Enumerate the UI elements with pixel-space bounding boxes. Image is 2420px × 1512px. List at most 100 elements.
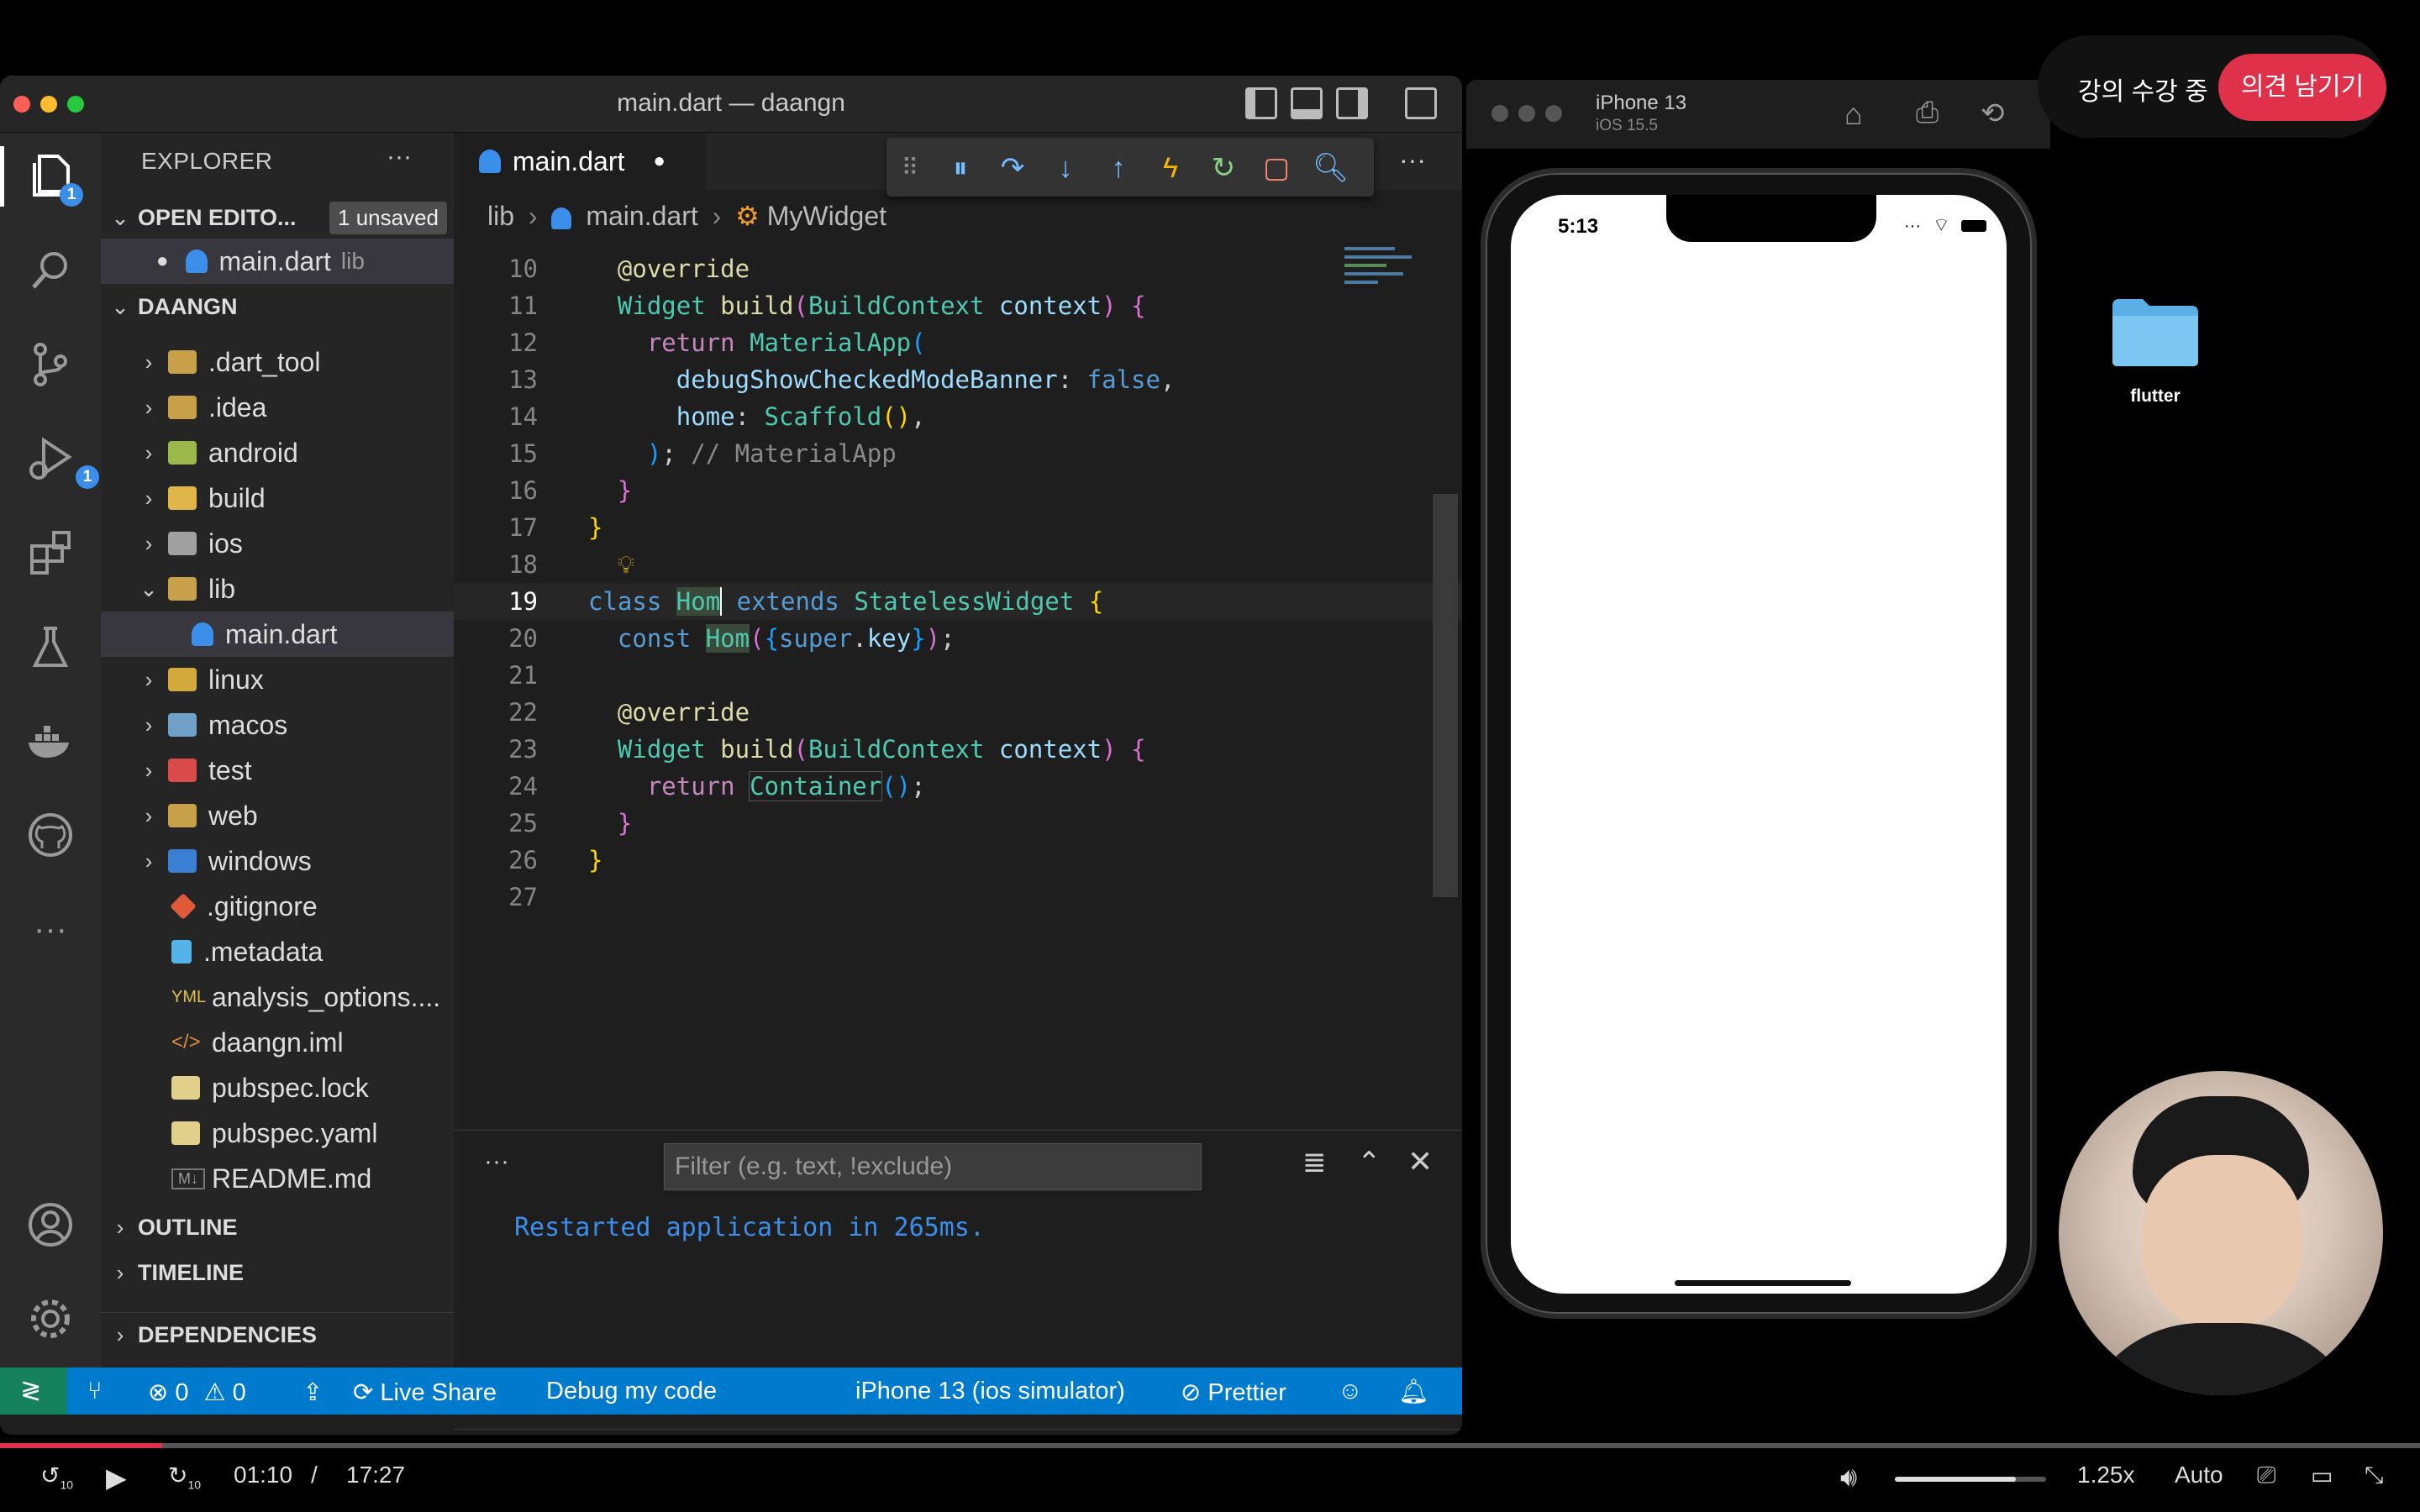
outline-header[interactable]: › OUTLINE xyxy=(108,1215,238,1241)
tree-item-pubspec-yaml[interactable]: pubspec.yaml xyxy=(101,1110,454,1156)
step-out-icon[interactable]: ↑ xyxy=(1102,151,1135,185)
toggle-sidebar-icon[interactable] xyxy=(1245,87,1277,119)
deploy-icon[interactable]: ⇪ xyxy=(302,1378,323,1407)
sim-close-button[interactable] xyxy=(1491,105,1508,122)
tree-item-android[interactable]: › android xyxy=(101,430,454,475)
home-indicator[interactable] xyxy=(1675,1280,1851,1286)
device-selector[interactable]: iPhone 13 (ios simulator) xyxy=(855,1378,1125,1405)
sim-zoom-button[interactable] xyxy=(1545,105,1562,122)
sim-minimize-button[interactable] xyxy=(1518,105,1535,122)
tree-item-macos[interactable]: › macos xyxy=(101,702,454,748)
editor-more-actions-icon[interactable]: ··· xyxy=(1399,144,1426,176)
editor-scrollbar[interactable] xyxy=(1433,494,1458,897)
settings-activity[interactable] xyxy=(20,1289,81,1349)
tree-item-label: .idea xyxy=(208,391,267,423)
rewind-button[interactable]: ↺10 xyxy=(40,1462,73,1492)
tree-item-pubspec-lock[interactable]: pubspec.lock xyxy=(101,1065,454,1110)
desktop-folder[interactable] xyxy=(2109,294,2202,370)
hot-reload-icon[interactable]: ϟ xyxy=(1154,151,1187,185)
lightbulb-icon[interactable]: 💡︎ xyxy=(618,550,634,579)
github-activity[interactable] xyxy=(20,805,81,865)
customize-layout-icon[interactable] xyxy=(1405,87,1437,119)
dependencies-header[interactable]: › DEPENDENCIES xyxy=(108,1322,317,1348)
tab-main-dart[interactable]: main.dart ● xyxy=(454,133,706,190)
open-editors-header[interactable]: ⌄ OPEN EDITO... 1 unsaved xyxy=(108,202,454,234)
iphone-screen[interactable]: 5:13 ··· ⌔ xyxy=(1511,195,2007,1294)
tree-item-build[interactable]: › build xyxy=(101,475,454,521)
testing-activity[interactable] xyxy=(20,617,81,677)
run-debug-activity[interactable]: 1 xyxy=(20,428,99,489)
tree-item-windows[interactable]: › windows xyxy=(101,838,454,884)
step-over-icon[interactable]: ↷ xyxy=(996,151,1029,185)
tree-item-test[interactable]: › test xyxy=(101,748,454,793)
unsaved-dot-icon[interactable]: ● xyxy=(653,150,666,173)
drag-handle-icon[interactable]: ⠿ xyxy=(893,151,927,185)
extensions-activity[interactable] xyxy=(20,522,81,583)
maximize-panel-icon[interactable]: ⌃ xyxy=(1357,1146,1381,1179)
tree-item-ios[interactable]: › ios xyxy=(101,521,454,566)
rotate-icon[interactable]: ⟲ xyxy=(1981,97,2005,130)
explorer-more-button[interactable]: ··· xyxy=(387,143,412,171)
prettier-button[interactable]: ⊘ Prettier xyxy=(1181,1378,1286,1407)
step-into-icon[interactable]: ↓ xyxy=(1049,151,1082,185)
close-panel-icon[interactable]: ✕ xyxy=(1407,1144,1433,1179)
live-share-button[interactable]: ⟳ Live Share xyxy=(353,1378,497,1407)
tree-item-gitignore[interactable]: .gitignore xyxy=(101,884,454,929)
git-graph-icon[interactable]: ⑂ xyxy=(87,1378,102,1405)
remote-indicator[interactable]: ≷ xyxy=(0,1368,67,1415)
tree-item-main-dart[interactable]: main.dart xyxy=(101,612,454,657)
playback-speed[interactable]: 1.25x xyxy=(2077,1462,2135,1488)
tree-item-lib[interactable]: ⌄ lib xyxy=(101,566,454,612)
breadcrumb-file[interactable]: main.dart xyxy=(586,201,697,231)
feedback-button[interactable]: 의견 남기기 xyxy=(2218,54,2386,121)
explorer-activity[interactable]: 1 xyxy=(0,146,101,207)
debug-my-code-button[interactable]: Debug my code xyxy=(546,1378,717,1405)
tree-item-label: ios xyxy=(208,528,243,559)
tree-item-analysis-options[interactable]: YML analysis_options.... xyxy=(101,974,454,1020)
more-activity-icon[interactable]: ··· xyxy=(20,899,81,959)
play-button[interactable]: ▶ xyxy=(106,1462,127,1494)
quality-selector[interactable]: Auto xyxy=(2175,1462,2223,1488)
volume-slider[interactable] xyxy=(1895,1477,2046,1482)
forward-button[interactable]: ↻10 xyxy=(168,1462,201,1492)
theater-mode-icon[interactable]: ▭ xyxy=(2311,1462,2333,1489)
volume-level xyxy=(1895,1477,2016,1482)
tree-item-readme[interactable]: M↓ README.md xyxy=(101,1156,454,1201)
fullscreen-exit-icon[interactable]: ⤡ xyxy=(2365,1462,2383,1489)
restart-icon[interactable]: ↻ xyxy=(1207,151,1240,185)
toggle-panel-icon[interactable] xyxy=(1291,87,1323,119)
tree-item-dart-tool[interactable]: › .dart_tool xyxy=(101,339,454,385)
search-activity[interactable] xyxy=(20,240,81,301)
clear-console-icon[interactable]: ≣ xyxy=(1302,1146,1327,1179)
console-prompt[interactable]: › xyxy=(479,1433,488,1435)
panel-more-button[interactable]: ··· xyxy=(484,1147,509,1176)
tree-item-metadata[interactable]: .metadata xyxy=(101,929,454,974)
feedback-icon[interactable]: ☺ xyxy=(1338,1378,1363,1405)
tree-item-daangn-iml[interactable]: </> daangn.iml xyxy=(101,1020,454,1065)
docker-activity[interactable] xyxy=(20,711,81,771)
minimap[interactable] xyxy=(1344,242,1428,309)
code-editor[interactable]: 10 @override 11 Widget build(BuildContex… xyxy=(454,250,1462,1074)
pause-icon[interactable]: ⏸ xyxy=(944,151,977,185)
breadcrumb-symbol[interactable]: MyWidget xyxy=(767,201,886,231)
timeline-header[interactable]: › TIMELINE xyxy=(108,1260,244,1286)
screenshot-icon[interactable]: ⎙ xyxy=(1916,97,1939,129)
console-filter-input[interactable]: Filter (e.g. text, !exclude) xyxy=(664,1143,1202,1190)
open-editor-item[interactable]: ● main.dart lib xyxy=(101,239,454,284)
stop-icon[interactable]: ▢ xyxy=(1260,151,1293,185)
project-header[interactable]: ⌄ DAANGN xyxy=(108,294,237,320)
accounts-activity[interactable] xyxy=(20,1194,81,1255)
notifications-bell-icon[interactable]: 🔔︎ xyxy=(1398,1378,1429,1406)
problems-indicator[interactable]: ⊗ 0 ⚠ 0 xyxy=(148,1378,246,1407)
subtitles-icon[interactable]: ⎚ xyxy=(2257,1462,2275,1489)
flutter-inspector-icon[interactable]: 🔍︎ xyxy=(1313,151,1349,185)
tree-item-linux[interactable]: › linux xyxy=(101,657,454,702)
toggle-secondary-sidebar-icon[interactable] xyxy=(1336,87,1368,119)
tree-item-idea[interactable]: › .idea xyxy=(101,385,454,430)
tree-item-web[interactable]: › web xyxy=(101,793,454,838)
home-icon[interactable]: ⌂ xyxy=(1844,97,1863,132)
source-control-activity[interactable] xyxy=(20,334,81,395)
breadcrumb-folder[interactable]: lib xyxy=(487,201,514,231)
video-progress-bar[interactable] xyxy=(0,1443,2420,1448)
volume-icon[interactable]: 🔊︎ xyxy=(1840,1462,1857,1494)
